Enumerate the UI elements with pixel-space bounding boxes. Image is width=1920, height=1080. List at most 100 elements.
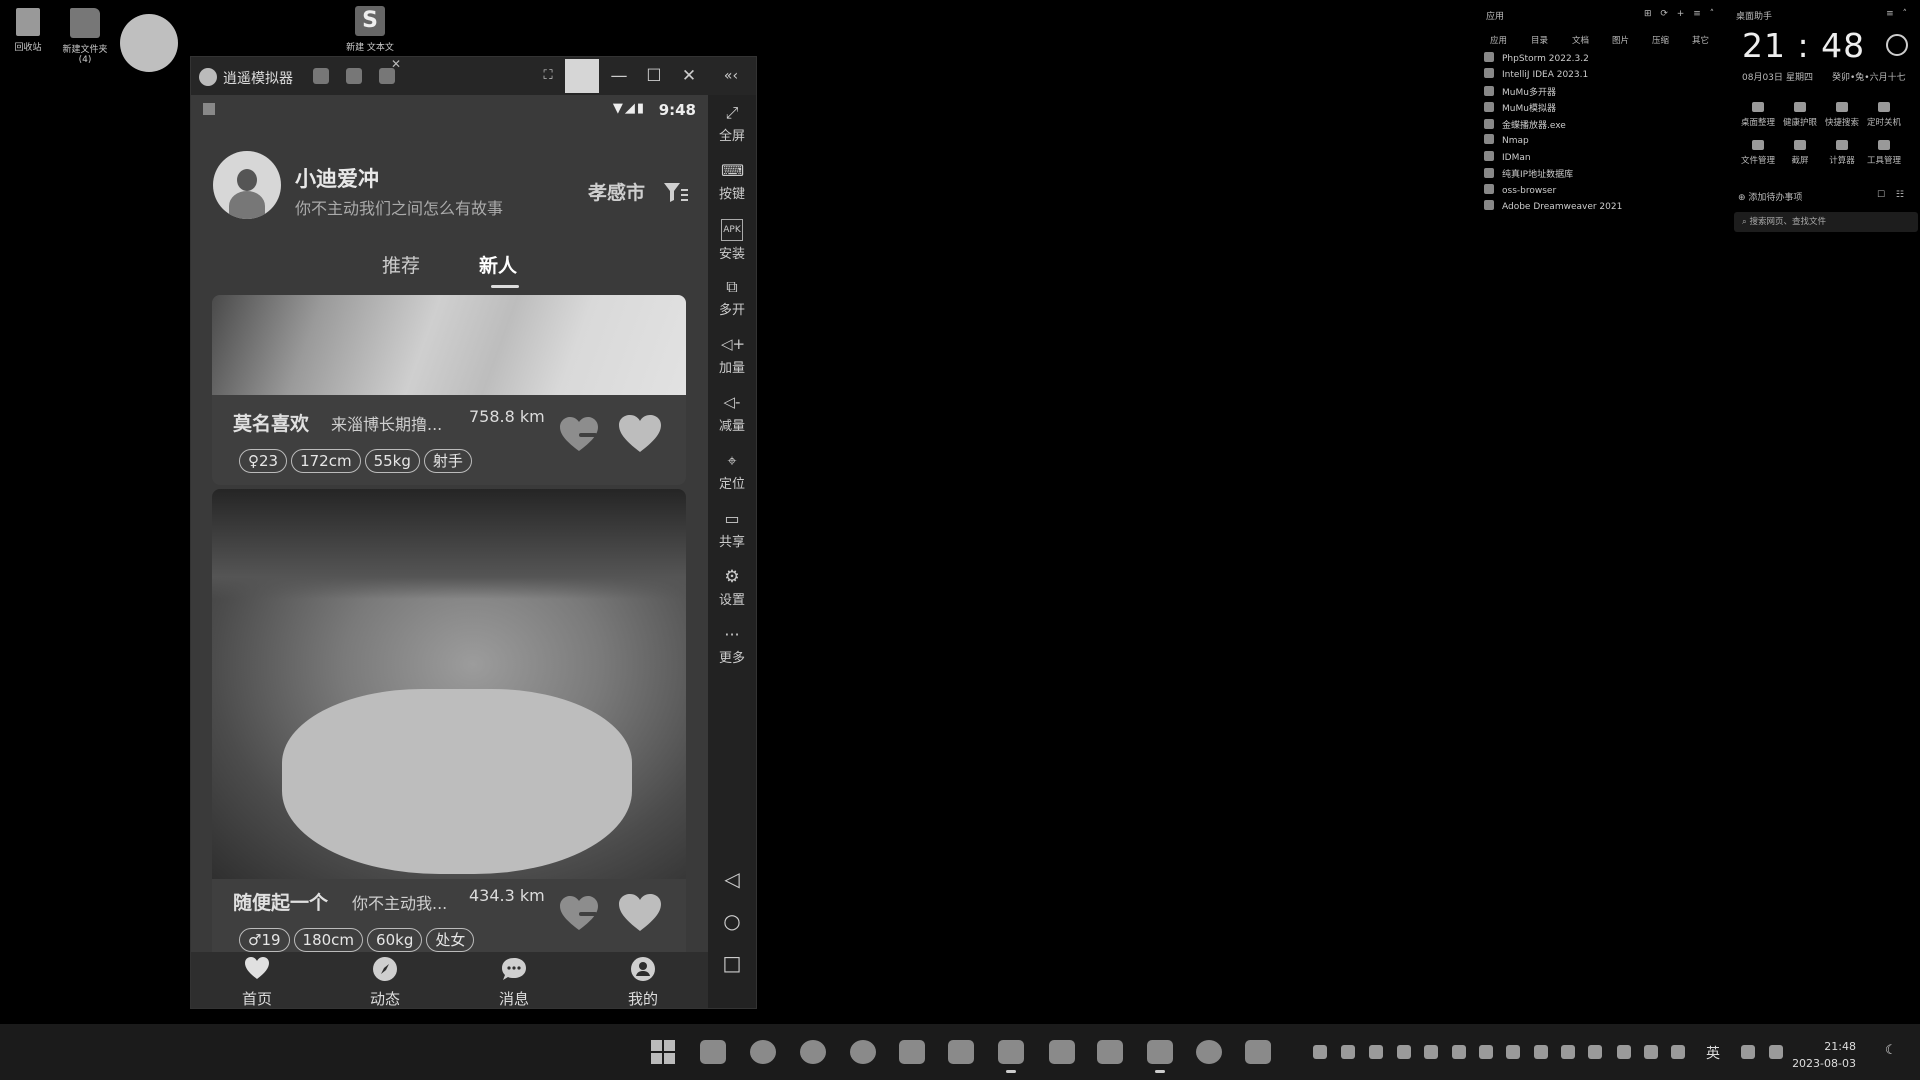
desktop-icon-recycle-bin[interactable]: 回收站 (0, 8, 60, 53)
quick-action-tidy[interactable]: 桌面整理 (1736, 102, 1780, 128)
android-recents-icon[interactable]: □ (708, 951, 756, 975)
quick-action-search[interactable]: 快捷搜索 (1820, 102, 1864, 128)
shield-icon[interactable] (1424, 1045, 1438, 1059)
tray-app-icon[interactable] (1506, 1045, 1520, 1059)
microphone-icon[interactable] (1671, 1045, 1685, 1059)
nav-me[interactable]: 我的 (603, 956, 683, 1008)
quick-action-calculator[interactable]: 计算器 (1820, 140, 1864, 166)
battery-icon[interactable] (1644, 1045, 1658, 1059)
add-todo-link[interactable]: ⊕ 添加待办事项 (1738, 190, 1802, 203)
tray-app-icon[interactable] (1313, 1045, 1327, 1059)
chrome-browser-icon[interactable] (800, 1040, 826, 1064)
tray-app-icon[interactable] (1534, 1045, 1548, 1059)
category-tab[interactable]: 目录 (1531, 34, 1548, 46)
file-explorer-icon[interactable] (700, 1040, 726, 1064)
close-button[interactable]: ✕ (674, 63, 704, 89)
app-list-item[interactable]: Nmap (1484, 134, 1529, 146)
app-list-item[interactable]: MuMu模拟器 (1484, 101, 1556, 114)
apps-panel-controls-icon[interactable]: ⊞ ⟳ + ≡ ˄ (1644, 9, 1717, 19)
sidebar-item-settings[interactable]: ⚙ 设置 (708, 567, 756, 608)
android-home-icon[interactable]: ○ (708, 909, 756, 933)
app-list-item[interactable]: Adobe Dreamweaver 2021 (1484, 200, 1622, 212)
nav-home[interactable]: 首页 (217, 956, 297, 1008)
sidebar-item-install[interactable]: APK 安装 (708, 219, 756, 262)
category-tab[interactable]: 应用 (1490, 34, 1507, 46)
category-tab[interactable]: 压缩 (1652, 34, 1669, 46)
like-heart-icon[interactable] (617, 413, 663, 455)
tray-app-icon[interactable] (1479, 1045, 1493, 1059)
city-selector[interactable]: 孝感市 (588, 178, 645, 205)
sublime-text-icon[interactable] (1147, 1040, 1173, 1073)
tab-recommend[interactable]: 推荐 (382, 251, 420, 278)
toolbar-icon[interactable] (346, 68, 362, 84)
quick-action-eye-care[interactable]: 健康护眼 (1778, 102, 1822, 128)
minimize-button[interactable]: — (604, 63, 634, 89)
tray-app-icon[interactable] (1561, 1045, 1575, 1059)
desktop-icon-new-folder[interactable]: 新建文件夹 (4) (53, 8, 117, 65)
collapse-sidebar-icon[interactable]: «‹ (716, 63, 746, 89)
sidebar-item-keys[interactable]: ⌨ 按键 (708, 161, 756, 202)
app-list-item[interactable]: oss-browser (1484, 184, 1556, 196)
tray-app-icon[interactable] (1588, 1045, 1602, 1059)
category-tab[interactable]: 文档 (1572, 34, 1589, 46)
quick-action-tools[interactable]: 工具管理 (1862, 140, 1906, 166)
ime-indicator[interactable]: 英 (1706, 1043, 1720, 1063)
tray-app-icon[interactable] (1369, 1045, 1383, 1059)
taskbar-clock[interactable]: 21:48 2023-08-03 (1770, 1038, 1856, 1072)
edge-browser-icon[interactable] (750, 1040, 776, 1064)
tray-app-icon[interactable] (1452, 1045, 1466, 1059)
maximize-button[interactable]: ☐ (639, 63, 669, 89)
nav-messages[interactable]: 消息 (474, 956, 554, 1008)
toolbar-icon[interactable] (313, 68, 329, 84)
phpstorm-icon[interactable] (1245, 1040, 1271, 1064)
assistant-menu-icon[interactable]: ≡ ˄ (1886, 9, 1910, 19)
network-icon[interactable] (1741, 1045, 1755, 1059)
swirl-app-icon[interactable] (850, 1040, 876, 1064)
sidebar-item-volume-down[interactable]: ◁- 减量 (708, 393, 756, 434)
emulator-title-bar[interactable]: 逍遥模拟器 ✕ ⛶ — ☐ ✕ «‹ (191, 57, 756, 95)
emulator-taskbar-icon[interactable] (998, 1040, 1024, 1073)
sidebar-item-volume-up[interactable]: ◁+ 加量 (708, 335, 756, 376)
sidebar-item-location[interactable]: ⌖ 定位 (708, 451, 756, 492)
filter-icon[interactable] (663, 181, 689, 203)
app-list-item[interactable]: IDMan (1484, 151, 1531, 163)
sidebar-item-multi[interactable]: ⧉ 多开 (708, 277, 756, 318)
desktop-icon-text-file[interactable]: S 新建 文本文 (338, 6, 402, 53)
heart-message-icon[interactable] (557, 415, 601, 455)
tray-app-icon[interactable] (1341, 1045, 1355, 1059)
snipping-app-icon[interactable] (1049, 1040, 1075, 1064)
start-button[interactable] (651, 1040, 677, 1064)
blank-app-icon[interactable] (1097, 1040, 1123, 1064)
app-list-item[interactable]: 金蝶播放器.exe (1484, 118, 1566, 131)
like-heart-icon[interactable] (617, 892, 663, 934)
display-icon[interactable] (1617, 1045, 1631, 1059)
category-tab[interactable]: 图片 (1612, 34, 1629, 46)
notes-app-icon[interactable] (899, 1040, 925, 1064)
quick-action-screenshot[interactable]: 截屏 (1778, 140, 1822, 166)
android-back-icon[interactable]: ◁ (708, 867, 756, 891)
close-icon[interactable]: ✕ (391, 57, 401, 71)
avatar[interactable] (213, 151, 281, 219)
sidebar-item-more[interactable]: ··· 更多 (708, 625, 756, 666)
app-list-item[interactable]: PhpStorm 2022.3.2 (1484, 52, 1589, 64)
app-list-item[interactable]: MuMu多开器 (1484, 85, 1556, 98)
assistant-search-input[interactable]: ⌕ 搜索网页、查找文件 (1734, 212, 1918, 232)
quick-action-shutdown[interactable]: 定时关机 (1862, 102, 1906, 128)
todo-tools-icon[interactable]: ☐ ☷ (1877, 190, 1908, 200)
tab-new[interactable]: 新人 (479, 251, 517, 278)
user-card[interactable]: 随便起一个 你不主动我... 434.3 km ♂19 180cm 60kg 处女 (212, 489, 686, 989)
penguin-chat-icon[interactable] (1196, 1040, 1222, 1064)
notification-center-icon[interactable]: ☾ (1885, 1043, 1897, 1058)
quick-action-files[interactable]: 文件管理 (1736, 140, 1780, 166)
sidebar-item-share[interactable]: ▭ 共享 (708, 509, 756, 550)
tray-app-icon[interactable] (1397, 1045, 1411, 1059)
heart-message-icon[interactable] (557, 894, 601, 934)
app-list-item[interactable]: 纯真IP地址数据库 (1484, 167, 1573, 180)
nav-moments[interactable]: 动态 (345, 956, 425, 1008)
sidebar-item-fullscreen[interactable]: ⤢ 全屏 (708, 103, 756, 144)
fullscreen-toggle-icon[interactable]: ⛶ (533, 63, 563, 89)
app-list-item[interactable]: IntelliJ IDEA 2023.1 (1484, 68, 1588, 80)
category-tab[interactable]: 其它 (1692, 34, 1709, 46)
user-card[interactable]: 莫名喜欢 来淄博长期撸... 758.8 km ♀23 172cm 55kg 射手 (212, 295, 686, 485)
window-app-icon[interactable] (948, 1040, 974, 1064)
